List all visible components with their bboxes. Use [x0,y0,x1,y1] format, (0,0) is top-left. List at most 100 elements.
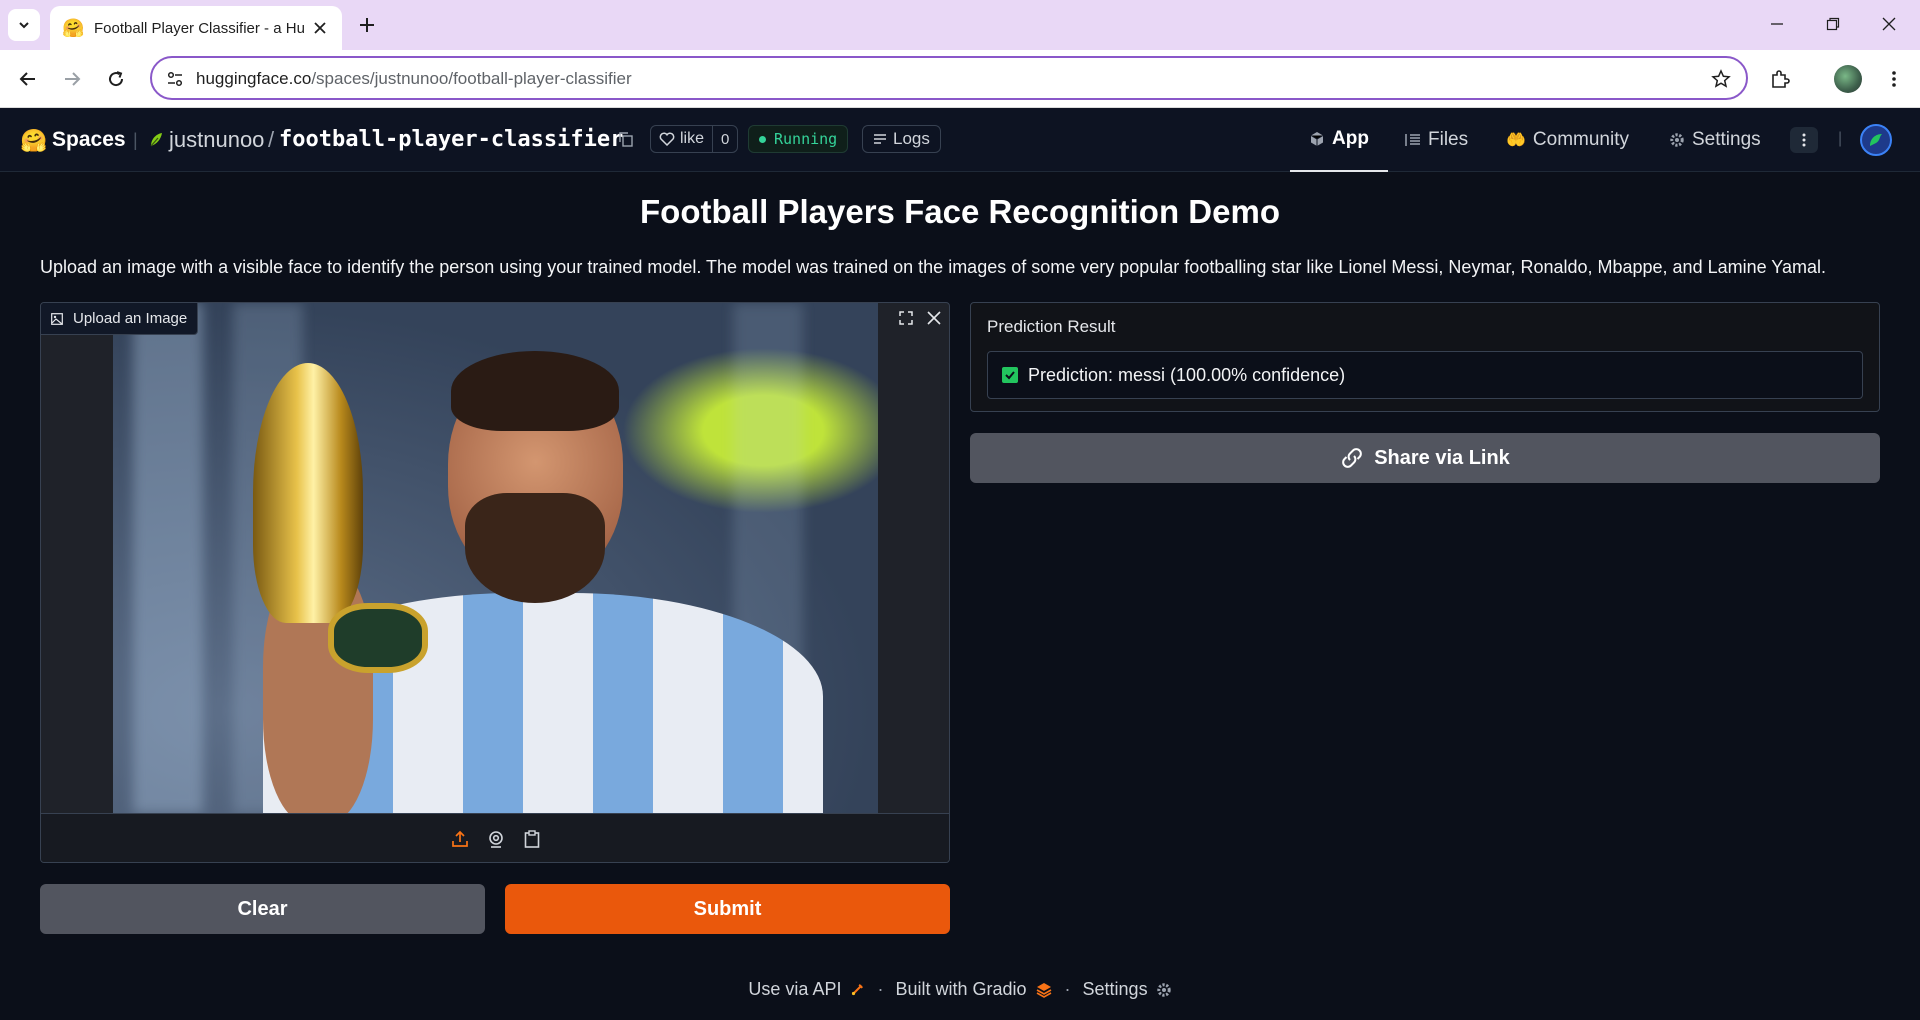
url-domain: huggingface.co [196,69,312,88]
prediction-result-panel: Prediction Result Prediction: messi (100… [970,302,1880,412]
close-icon [927,311,941,325]
built-with-gradio-link[interactable]: Built with Gradio [895,979,1026,1000]
checkmark-icon [1002,367,1018,383]
more-options-button[interactable] [1790,127,1818,153]
browser-menu-button[interactable] [1878,63,1910,95]
image-upload-panel[interactable]: Upload an Image [40,302,950,863]
clipboard-icon [524,829,540,848]
header-divider: | [133,130,138,150]
address-bar[interactable]: huggingface.co/spaces/justnunoo/football… [150,56,1748,100]
community-hands-icon: 🤲 [1506,132,1526,149]
upload-icon [452,830,468,847]
page-description: Upload an image with a visible face to i… [40,257,1826,277]
clipboard-source-button[interactable] [521,828,543,850]
heart-icon [659,132,675,146]
tab-community[interactable]: 🤲 Community [1506,108,1629,172]
repo-name-link[interactable]: football-player-classifier [279,127,623,152]
spaces-link[interactable]: Spaces [52,128,126,152]
prediction-result-label: Prediction Result [987,317,1116,336]
close-window-button[interactable] [1866,8,1912,40]
upload-source-button[interactable] [449,828,471,850]
plus-icon [360,18,374,32]
kebab-menu-icon [1802,133,1806,147]
tab-title: Football Player Classifier - a Hu [94,19,304,37]
reload-icon [109,71,124,87]
tab-app-label: App [1332,128,1369,149]
footer-settings-link[interactable]: Settings [1083,979,1148,1000]
footer-separator: · [877,979,884,999]
clear-button[interactable]: Clear [40,884,485,934]
gear-icon [1156,982,1171,997]
tab-community-label: Community [1532,129,1629,150]
forward-button[interactable] [56,63,88,95]
new-tab-button[interactable] [352,10,382,40]
extensions-button[interactable] [1764,63,1796,95]
use-via-api-link[interactable]: Use via API [748,979,841,1000]
fullscreen-icon [899,311,913,325]
rocket-icon [852,983,864,995]
submit-button[interactable]: Submit [505,884,950,934]
logs-label: Logs [893,129,930,148]
arrow-right-icon [65,72,81,86]
share-via-link-button[interactable]: Share via Link [970,433,1880,483]
huggingface-logo-icon[interactable]: 🤗 [20,128,47,154]
page-title: Football Players Face Recognition Demo [640,193,1280,230]
dragon-avatar-icon [1870,134,1882,146]
clear-image-button[interactable] [921,305,947,331]
image-icon [51,312,63,325]
close-icon [1882,17,1896,31]
status-badge[interactable]: Running [748,125,849,153]
browser-tab[interactable]: 🤗 Football Player Classifier - a Hu [50,6,342,50]
tab-settings[interactable]: Settings [1669,108,1761,172]
uploaded-photo [113,303,878,813]
fullscreen-button[interactable] [893,305,919,331]
status-text: Running [774,130,838,148]
profile-avatar[interactable] [1834,65,1862,93]
tab-files[interactable]: Files [1405,108,1468,172]
minimize-button[interactable] [1754,8,1800,40]
footer: Use via API · Built with Gradio · Settin… [0,979,1920,1000]
cube-icon [1310,132,1324,146]
files-icon [1405,134,1420,146]
repo-owner-link[interactable]: justnunoo [169,127,264,153]
space-repo-icon [150,133,162,147]
gradio-app: Football Players Face Recognition Demo U… [0,173,1920,1020]
share-label: Share via Link [1374,446,1510,469]
chevron-down-icon [19,22,29,29]
prediction-output-box: Prediction: messi (100.00% confidence) [987,351,1863,399]
like-count[interactable]: 0 [712,126,737,152]
status-dot-icon [759,135,766,143]
prediction-text: Prediction: messi (100.00% confidence) [1028,364,1346,385]
header-divider-right: | [1838,130,1843,147]
kebab-menu-icon [1892,71,1896,87]
tab-search-button[interactable] [8,9,40,41]
puzzle-icon [1772,70,1790,88]
url-text: huggingface.co/spaces/justnunoo/football… [196,69,632,89]
repo-slash: / [268,127,275,152]
tab-close-icon[interactable] [310,18,330,38]
restore-button[interactable] [1810,8,1856,40]
back-button[interactable] [12,63,44,95]
reload-button[interactable] [100,63,132,95]
like-label: like [680,130,705,147]
upload-label-text: Upload an Image [73,310,188,327]
image-source-toolbar [41,813,949,862]
copy-icon[interactable] [617,130,635,148]
tab-settings-label: Settings [1692,129,1761,150]
user-avatar[interactable] [1860,124,1892,156]
tab-app[interactable]: App [1290,108,1388,172]
like-label-group: like [651,130,712,148]
webcam-icon [489,830,503,848]
restore-icon [1826,17,1840,31]
tab-files-label: Files [1428,129,1469,150]
site-info-icon[interactable] [164,68,186,90]
gradio-logo-icon [1036,982,1051,998]
browser-tab-bar: 🤗 Football Player Classifier - a Hu [0,0,1920,50]
logs-list-icon [874,134,886,144]
browser-toolbar: huggingface.co/spaces/justnunoo/football… [0,50,1920,108]
logs-button[interactable]: Logs [862,125,941,153]
bookmark-star-icon[interactable] [1710,68,1732,90]
like-button[interactable]: like 0 [650,125,739,153]
huggingface-favicon-icon: 🤗 [62,17,85,38]
webcam-source-button[interactable] [485,828,507,850]
